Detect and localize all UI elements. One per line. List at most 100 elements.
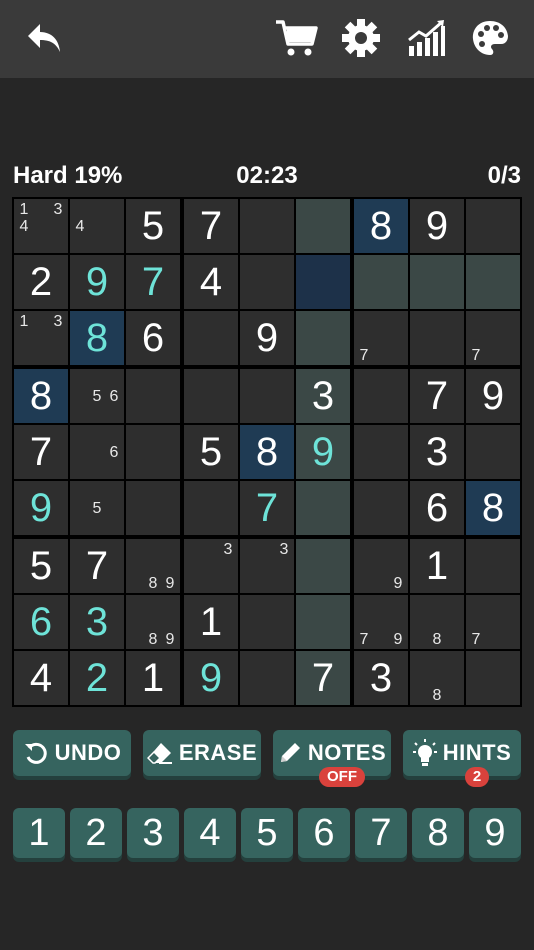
- board-cell[interactable]: 3: [296, 369, 350, 423]
- board-cell[interactable]: 77: [466, 595, 520, 649]
- board-cell[interactable]: 8: [14, 369, 68, 423]
- board-cell[interactable]: [240, 369, 294, 423]
- board-cell[interactable]: 9: [466, 369, 520, 423]
- board-cell[interactable]: [410, 311, 464, 365]
- board-cell[interactable]: [184, 481, 238, 535]
- board-cell[interactable]: 7 9 7 9: [354, 595, 408, 649]
- board-cell[interactable]: [240, 595, 294, 649]
- board-cell[interactable]: 55: [70, 481, 124, 535]
- board-cell[interactable]: [184, 369, 238, 423]
- board-cell[interactable]: 7: [70, 539, 124, 593]
- board-cell[interactable]: [466, 255, 520, 309]
- board-cell[interactable]: 8 9 89: [126, 539, 180, 593]
- board-cell[interactable]: [126, 481, 180, 535]
- board-cell[interactable]: [240, 651, 294, 705]
- board-cell[interactable]: 8: [466, 481, 520, 535]
- board-cell[interactable]: 77: [354, 311, 408, 365]
- board-cell[interactable]: [466, 425, 520, 479]
- board-cell[interactable]: 7: [184, 199, 238, 253]
- board-cell[interactable]: [126, 425, 180, 479]
- board-cell[interactable]: 4: [14, 651, 68, 705]
- board-cell[interactable]: 1: [126, 651, 180, 705]
- board-cell[interactable]: 9: [70, 255, 124, 309]
- number-key-7[interactable]: 7: [355, 808, 407, 858]
- back-arrow-icon[interactable]: [20, 14, 68, 62]
- number-key-3[interactable]: 3: [127, 808, 179, 858]
- board-cell[interactable]: [126, 369, 180, 423]
- shopping-cart-icon[interactable]: [272, 14, 320, 62]
- board-cell[interactable]: [354, 255, 408, 309]
- board-cell[interactable]: [240, 255, 294, 309]
- undo-button[interactable]: UNDO: [13, 730, 131, 776]
- board-cell[interactable]: 33: [240, 539, 294, 593]
- number-key-5[interactable]: 5: [241, 808, 293, 858]
- board-cell[interactable]: 4: [184, 255, 238, 309]
- stats-chart-icon[interactable]: [402, 14, 450, 62]
- board-cell[interactable]: 9: [296, 425, 350, 479]
- board-cell[interactable]: 2: [70, 651, 124, 705]
- number-key-4[interactable]: 4: [184, 808, 236, 858]
- given-digit: 6: [141, 316, 165, 360]
- erase-button[interactable]: ERASE: [143, 730, 261, 776]
- board-cell[interactable]: 3: [354, 651, 408, 705]
- board-cell[interactable]: [240, 199, 294, 253]
- board-cell[interactable]: 5: [126, 199, 180, 253]
- board-cell[interactable]: 8: [240, 425, 294, 479]
- board-cell[interactable]: 44: [70, 199, 124, 253]
- board-cell[interactable]: [296, 595, 350, 649]
- board-cell[interactable]: 88: [410, 595, 464, 649]
- board-cell[interactable]: 1 3 4 1 3 4: [14, 199, 68, 253]
- palette-icon[interactable]: [466, 14, 514, 62]
- board-cell[interactable]: [466, 539, 520, 593]
- note-digit: 1: [19, 313, 29, 330]
- board-cell[interactable]: 6: [410, 481, 464, 535]
- number-key-6[interactable]: 6: [298, 808, 350, 858]
- board-cell[interactable]: [296, 255, 350, 309]
- board-cell[interactable]: 8: [354, 199, 408, 253]
- board-cell[interactable]: [466, 199, 520, 253]
- board-cell[interactable]: 5: [184, 425, 238, 479]
- board-cell[interactable]: 7: [296, 651, 350, 705]
- board-cell[interactable]: [466, 651, 520, 705]
- board-cell[interactable]: [296, 481, 350, 535]
- board-cell[interactable]: 8 9 89: [126, 595, 180, 649]
- board-cell[interactable]: 5 656: [70, 369, 124, 423]
- board-cell[interactable]: 7: [240, 481, 294, 535]
- board-cell[interactable]: [296, 199, 350, 253]
- board-cell[interactable]: 9: [410, 199, 464, 253]
- number-key-1[interactable]: 1: [13, 808, 65, 858]
- board-cell[interactable]: 3: [70, 595, 124, 649]
- hints-button[interactable]: HINTS: [403, 730, 521, 776]
- board-cell[interactable]: 99: [354, 539, 408, 593]
- board-cell[interactable]: 77: [466, 311, 520, 365]
- board-cell[interactable]: 6: [126, 311, 180, 365]
- board-cell[interactable]: [410, 255, 464, 309]
- number-key-9[interactable]: 9: [469, 808, 521, 858]
- board-cell[interactable]: 8: [70, 311, 124, 365]
- board-cell[interactable]: 1 3 1 3: [14, 311, 68, 365]
- board-cell[interactable]: 7: [126, 255, 180, 309]
- board-cell[interactable]: 66: [70, 425, 124, 479]
- board-cell[interactable]: [354, 425, 408, 479]
- board-cell[interactable]: 5: [14, 539, 68, 593]
- number-key-2[interactable]: 2: [70, 808, 122, 858]
- board-cell[interactable]: 3: [410, 425, 464, 479]
- board-cell[interactable]: 33: [184, 539, 238, 593]
- board-cell[interactable]: 88: [410, 651, 464, 705]
- board-cell[interactable]: [184, 311, 238, 365]
- board-cell[interactable]: 1: [184, 595, 238, 649]
- board-cell[interactable]: [296, 539, 350, 593]
- gear-icon[interactable]: [337, 14, 385, 62]
- board-cell[interactable]: 9: [240, 311, 294, 365]
- board-cell[interactable]: 9: [184, 651, 238, 705]
- board-cell[interactable]: 2: [14, 255, 68, 309]
- board-cell[interactable]: [296, 311, 350, 365]
- board-cell[interactable]: 7: [14, 425, 68, 479]
- board-cell[interactable]: 1: [410, 539, 464, 593]
- board-cell[interactable]: [354, 369, 408, 423]
- board-cell[interactable]: 6: [14, 595, 68, 649]
- board-cell[interactable]: [354, 481, 408, 535]
- board-cell[interactable]: 7: [410, 369, 464, 423]
- board-cell[interactable]: 9: [14, 481, 68, 535]
- number-key-8[interactable]: 8: [412, 808, 464, 858]
